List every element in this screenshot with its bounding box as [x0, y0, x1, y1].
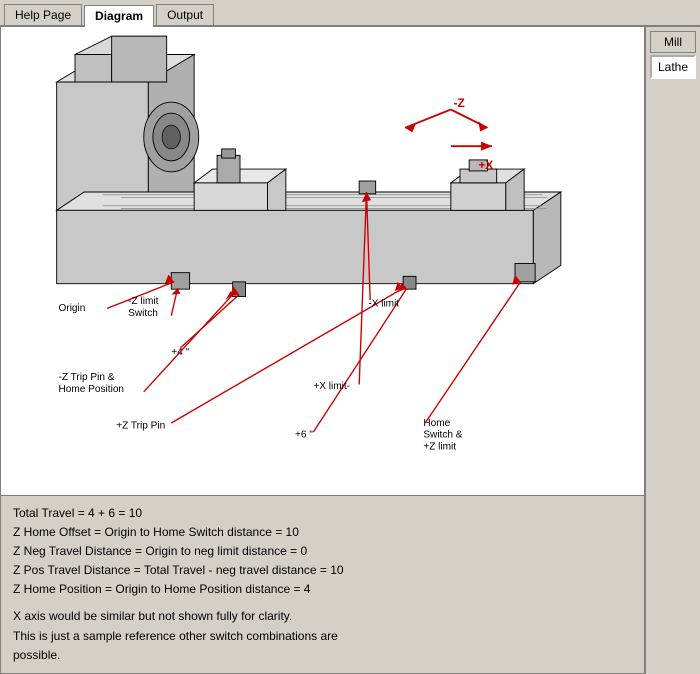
right-panel: Mill Lathe: [645, 27, 700, 674]
svg-text:Home Position: Home Position: [59, 384, 125, 395]
info-line-5: Z Home Position = Origin to Home Positio…: [13, 580, 632, 599]
mill-button[interactable]: Mill: [650, 31, 696, 53]
svg-text:-X limit: -X limit: [368, 299, 399, 310]
main-window: Help Page Diagram Output: [0, 0, 700, 674]
content-area: -Z +X Origin: [0, 27, 700, 674]
info-line-6: X axis would be similar but not shown fu…: [13, 607, 632, 626]
svg-text:-Z: -Z: [454, 96, 465, 110]
svg-text:Origin: Origin: [59, 303, 86, 314]
svg-text:+6 ": +6 ": [295, 430, 313, 441]
tab-diagram[interactable]: Diagram: [84, 5, 154, 27]
svg-text:+X: +X: [478, 158, 493, 172]
lathe-button[interactable]: Lathe: [650, 55, 696, 79]
info-line-7: This is just a sample reference other sw…: [13, 627, 632, 646]
info-line-8: possible.: [13, 646, 632, 665]
info-line-3: Z Neg Travel Distance = Origin to neg li…: [13, 542, 632, 561]
svg-text:-Z limit: -Z limit: [128, 296, 158, 307]
diagram-section: -Z +X Origin: [1, 27, 644, 495]
svg-text:+Z Trip Pin: +Z Trip Pin: [116, 421, 165, 432]
info-section: Total Travel = 4 + 6 = 10 Z Home Offset …: [1, 495, 644, 674]
info-line-2: Z Home Offset = Origin to Home Switch di…: [13, 523, 632, 542]
tab-output[interactable]: Output: [156, 4, 214, 25]
main-panel: -Z +X Origin: [0, 27, 645, 674]
svg-text:+X limit-: +X limit-: [313, 381, 350, 392]
info-line-1: Total Travel = 4 + 6 = 10: [13, 504, 632, 523]
svg-text:Switch &: Switch &: [423, 430, 462, 441]
svg-text:+Z limit: +Z limit: [423, 442, 456, 453]
info-line-4: Z Pos Travel Distance = Total Travel - n…: [13, 561, 632, 580]
tab-help-page[interactable]: Help Page: [4, 4, 82, 25]
tab-bar: Help Page Diagram Output: [0, 0, 700, 27]
svg-text:-Z Trip Pin &: -Z Trip Pin &: [59, 372, 115, 383]
svg-text:Switch: Switch: [128, 308, 158, 319]
